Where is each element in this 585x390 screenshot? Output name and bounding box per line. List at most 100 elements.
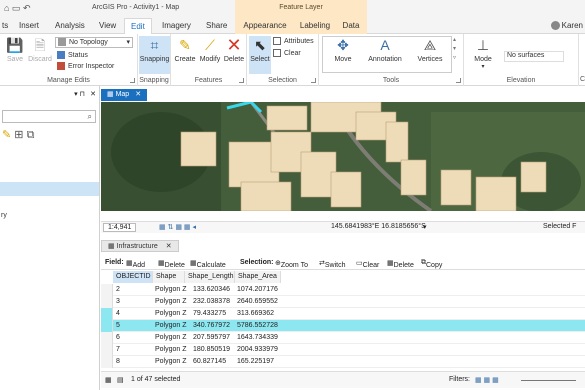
delete-button[interactable]: ✕ Delete [223,36,245,63]
selection-count: 1 of 47 selected [131,376,181,383]
row-selector[interactable] [101,284,113,296]
row-selector[interactable] [101,344,113,356]
delete-field-button[interactable]: ▦ Delete [158,259,185,269]
modify-button[interactable]: ⟋ Modify [198,36,222,63]
copy-button[interactable]: ⧉ Copy [421,259,442,269]
row-selector[interactable] [101,332,113,344]
create-button[interactable]: ✎ Create [174,36,196,63]
move-icon: ✥ [337,37,349,53]
group-selection: ⬉ Select Attributes Clear Selection [247,34,319,86]
contents-pane: ▾ ⊓ ✕ ⌕ ✎ ⊞ ⧉ ry [0,86,100,390]
topology-select[interactable]: No Topology ▾ [55,37,133,48]
status-button[interactable]: Status [57,51,88,59]
annotation-button[interactable]: A Annotation [365,36,405,63]
switch-selection-button[interactable]: ⇄ Switch [319,259,346,269]
map-tab[interactable]: ▦ Map ✕ [101,89,148,101]
column-header-shape[interactable]: Shape [153,271,185,283]
clear-selection-button[interactable]: ▭ Clear [356,259,379,269]
contents-search-input[interactable]: ⌕ [2,110,96,123]
table-row[interactable]: 8 Polygon Z 60.827145 165.225197 [101,356,585,368]
list-icon[interactable]: ⧉ [27,129,35,141]
select-arrow-icon: ⬉ [254,37,266,53]
vertices-button[interactable]: ⟁ Vertices [413,36,447,63]
zoom-slider[interactable] [521,380,576,381]
tab-edit[interactable]: Edit [124,18,152,35]
row-selector[interactable] [101,320,113,332]
clear-selection-button[interactable]: Clear [273,49,301,57]
grid-icon[interactable]: ⊞ [14,129,23,141]
tab-share[interactable]: Share [206,21,227,30]
tab-imagery[interactable]: Imagery [162,21,191,30]
table-row[interactable]: 4 Polygon Z 79.433275 313.669362 [101,308,585,320]
attributes-button[interactable]: Attributes [273,37,314,45]
snapping-button[interactable]: ⌗ Snapping [139,36,170,74]
group-features: ✎ Create ⟋ Modify ✕ Delete Features [171,34,247,86]
table-row[interactable]: 2 Polygon Z 133.620346 1074.207176 [101,284,585,296]
selected-layer-row[interactable] [0,182,99,196]
tab-analysis[interactable]: Analysis [55,21,85,30]
status-icon [57,51,65,59]
map-canvas[interactable] [101,102,585,211]
calculate-field-button[interactable]: ▦ Calculate [190,259,226,269]
table-row[interactable]: 3 Polygon Z 232.038378 2640.659552 [101,296,585,308]
dialog-launcher-icon[interactable] [130,78,135,83]
row-selector[interactable] [101,296,113,308]
select-button[interactable]: ⬉ Select [249,36,271,74]
ribbon: 💾 Save 🗎 Discard No Topology ▾ Status Er… [0,34,585,86]
show-all-icon[interactable]: ▤ [117,376,124,384]
coordinate-readout: 145.6841983°E 16.8185656°S [331,223,426,230]
tab-labeling[interactable]: Labeling [295,18,335,34]
map-nav-icons[interactable]: ▦ ⇅ ▦ ▦ ◂ [159,223,196,231]
snapping-icon: ⌗ [150,37,159,53]
filter-icons[interactable]: ▦ ▦ ▦ [475,376,499,384]
attributes-icon [273,37,281,45]
modify-features-icon: ⟋ [205,37,215,53]
tab-data[interactable]: Data [335,18,367,34]
mode-button[interactable]: ⊥ Mode ▾ [470,36,496,70]
elevation-mode-icon: ⊥ [476,37,490,53]
tab-insert[interactable]: Insert [19,21,39,30]
error-inspector-button[interactable]: Error Inspector [57,62,114,70]
table-row-selected[interactable]: 5 Polygon Z 340.767972 5786.552728 [101,320,585,332]
tab-project[interactable]: ts [2,21,8,30]
add-field-button[interactable]: ▦ Add [126,259,145,269]
save-button[interactable]: 💾 Save [4,36,26,63]
table-row[interactable]: 7 Polygon Z 180.850519 2004.933979 [101,344,585,356]
move-button[interactable]: ✥ Move [329,36,357,63]
dialog-launcher-icon[interactable] [311,78,316,83]
row-selector[interactable] [101,356,113,368]
map-icon: ▦ [107,91,116,98]
table-icon: ▦ [108,243,117,250]
delete-x-icon: ✕ [226,35,242,55]
column-header-objectid[interactable]: OBJECTID [113,271,153,283]
pin-icon[interactable]: ▾ ⊓ [74,90,85,98]
edit-pencil-icon[interactable]: ✎ [2,129,11,141]
discard-button[interactable]: 🗎 Discard [27,36,53,63]
surface-select[interactable]: No surfaces [504,51,564,62]
column-header-shape-area[interactable]: Shape_Area [235,271,281,283]
filters-label: Filters: [449,376,470,383]
contextual-tab-header: Feature Layer [235,0,367,18]
tab-appearance[interactable]: Appearance [235,18,295,34]
quick-access-icons[interactable]: ⌂ ▭ ↶ [4,3,30,14]
close-icon[interactable]: ✕ [135,91,141,98]
zoom-to-button[interactable]: ⊕ Zoom To [275,259,308,269]
tab-view[interactable]: View [99,21,116,30]
table-tab[interactable]: ▦ Infrastructure ✕ [101,240,179,252]
chevron-down-icon[interactable]: ▾ [423,223,427,231]
delete-selection-button[interactable]: ▦ Delete [387,259,414,269]
column-header-shape-length[interactable]: Shape_Length [185,271,235,283]
field-label: Field: [105,259,124,266]
table-view-icon[interactable]: ▦ [105,376,112,384]
dialog-launcher-icon[interactable] [456,78,461,83]
table-row[interactable]: 6 Polygon Z 207.595797 1643.734339 [101,332,585,344]
user-account[interactable]: Karen [550,21,583,31]
close-icon[interactable]: ✕ [166,243,172,250]
selection-label: Selection: [240,259,274,266]
close-icon[interactable]: ✕ [90,90,96,98]
row-selector[interactable] [101,308,113,320]
scale-select[interactable]: 1:4,941 [103,223,137,232]
gallery-scroll[interactable]: ▴ ▾ ▿ [453,36,456,63]
table-toolbar: Field: ▦ Add ▦ Delete ▦ Calculate Select… [101,256,585,270]
dialog-launcher-icon[interactable] [239,78,244,83]
